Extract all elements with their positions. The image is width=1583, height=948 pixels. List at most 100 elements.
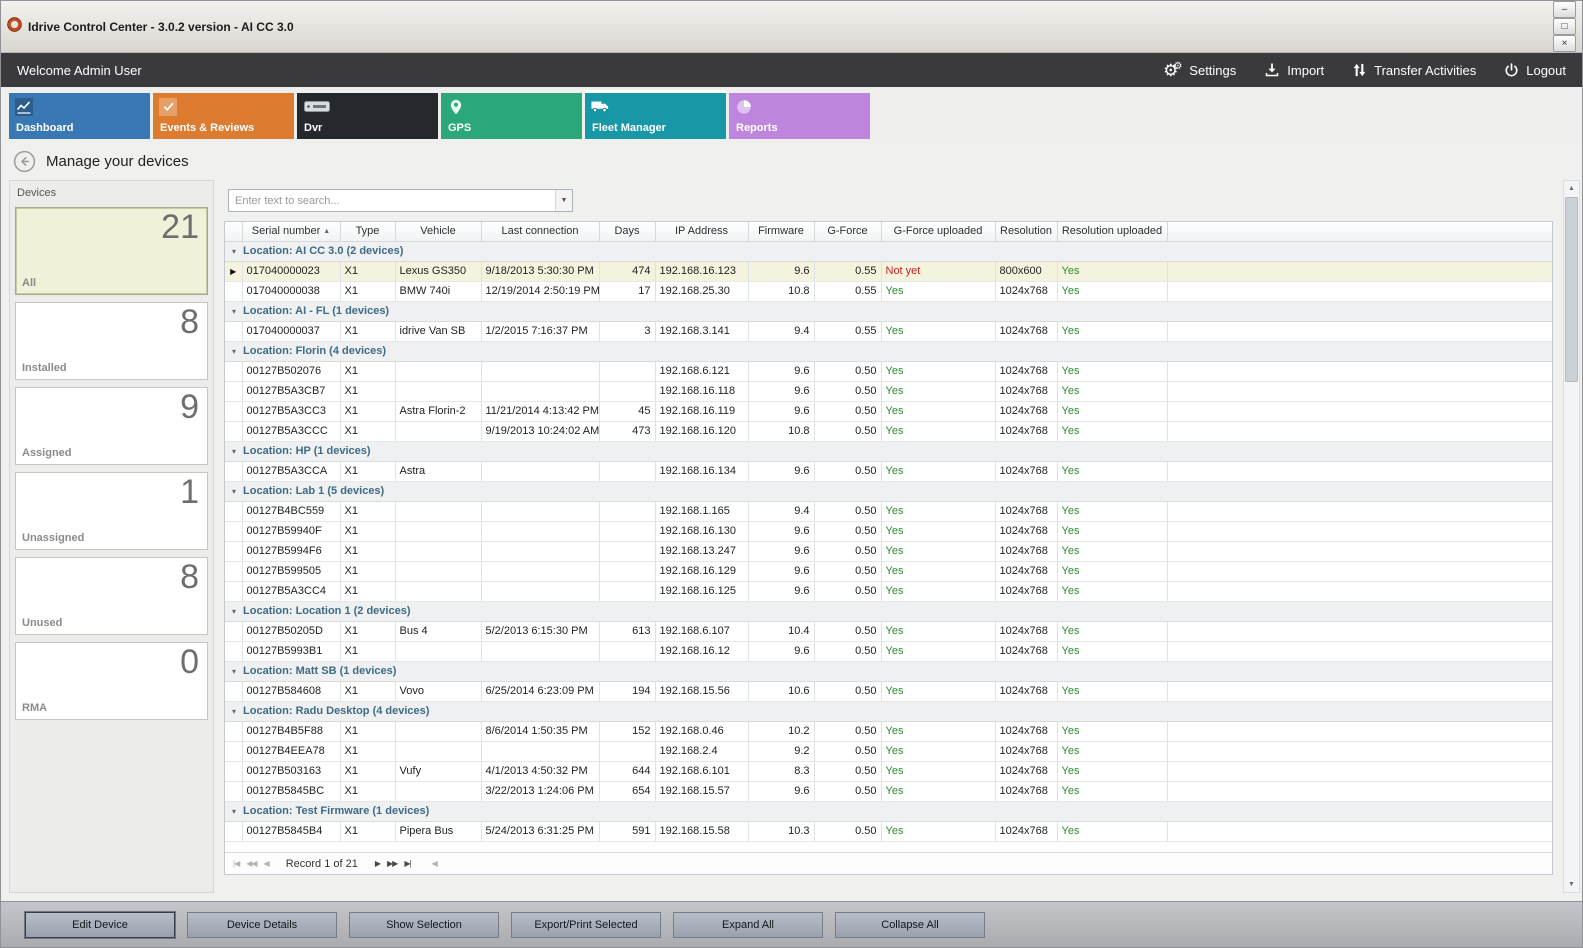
device-filter-installed[interactable]: 8Installed (15, 302, 208, 380)
group-row[interactable]: ▾Location: Florin (4 devices) (225, 341, 1552, 361)
expand-all-button[interactable]: Expand All (673, 912, 823, 938)
topbar-action-import[interactable]: Import (1264, 62, 1324, 78)
export-print-selected-button[interactable]: Export/Print Selected (511, 912, 661, 938)
prev-view-button[interactable]: ◀ (432, 859, 437, 868)
device-filter-rma[interactable]: 0RMA (15, 642, 208, 720)
prev-record-button[interactable]: ◀ (264, 859, 269, 868)
collapse-all-button[interactable]: Collapse All (835, 912, 985, 938)
column-header-g-force-uploaded[interactable]: G-Force uploaded (881, 222, 995, 241)
group-row[interactable]: ▾Location: Radu Desktop (4 devices) (225, 701, 1552, 721)
tab-fleet-manager[interactable]: Fleet Manager (585, 93, 726, 139)
group-row[interactable]: ▾Location: Lab 1 (5 devices) (225, 481, 1552, 501)
collapse-group-icon[interactable]: ▾ (232, 447, 236, 456)
cell-g-force: 0.50 (814, 381, 881, 401)
show-selection-button[interactable]: Show Selection (349, 912, 499, 938)
filler-cell (1167, 541, 1552, 561)
tab-reports[interactable]: Reports (729, 93, 870, 139)
device-row[interactable]: 00127B5A3CC3X1Astra Florin-211/21/2014 4… (225, 401, 1552, 421)
column-header-g-force[interactable]: G-Force (814, 222, 881, 241)
column-header-firmware[interactable]: Firmware (748, 222, 814, 241)
device-row[interactable]: 017040000037X1idrive Van SB1/2/2015 7:16… (225, 321, 1552, 341)
device-row[interactable]: ▶017040000023X1Lexus GS3509/18/2013 5:30… (225, 261, 1552, 281)
device-row[interactable]: 00127B4BC559X1192.168.1.1659.40.50Yes102… (225, 501, 1552, 521)
group-row[interactable]: ▾Location: AI - FL (1 devices) (225, 301, 1552, 321)
edit-device-button[interactable]: Edit Device (25, 912, 175, 938)
vertical-scrollbar[interactable]: ▲ ▼ (1563, 180, 1580, 893)
tab-dvr[interactable]: Dvr (297, 93, 438, 139)
search-dropdown-arrow-icon[interactable]: ▼ (555, 190, 572, 211)
column-header-ip-address[interactable]: IP Address (655, 222, 748, 241)
scrollbar-thumb[interactable] (1565, 197, 1578, 382)
window-minimize-button[interactable]: – (1553, 1, 1576, 18)
device-row[interactable]: 00127B502076X1192.168.6.1219.60.50Yes102… (225, 361, 1552, 381)
device-filter-all[interactable]: 21All (15, 207, 208, 295)
first-record-button[interactable]: |◀ (233, 859, 239, 868)
device-row[interactable]: 00127B59940FX1192.168.16.1309.60.50Yes10… (225, 521, 1552, 541)
row-indicator-cell (225, 501, 242, 521)
topbar-action-logout[interactable]: Logout (1504, 63, 1566, 78)
search-combobox[interactable]: ▼ (228, 189, 573, 212)
device-row[interactable]: 00127B5994F6X1192.168.13.2479.60.50Yes10… (225, 541, 1552, 561)
search-input[interactable] (229, 190, 555, 211)
next-page-button[interactable]: ▶▶ (387, 859, 397, 868)
group-row[interactable]: ▾Location: Matt SB (1 devices) (225, 661, 1552, 681)
collapse-group-icon[interactable]: ▾ (232, 807, 236, 816)
column-header-days[interactable]: Days (599, 222, 655, 241)
device-row[interactable]: 00127B4B5F88X18/6/2014 1:50:35 PM152192.… (225, 721, 1552, 741)
cell-g-force: 0.50 (814, 421, 881, 441)
column-header-serial-number[interactable]: Serial number▲ (242, 222, 340, 241)
device-row[interactable]: 00127B5A3CB7X1192.168.16.1189.60.50Yes10… (225, 381, 1552, 401)
column-header-last-connection[interactable]: Last connection (481, 222, 599, 241)
group-row[interactable]: ▾Location: Location 1 (2 devices) (225, 601, 1552, 621)
group-row[interactable]: ▾Location: HP (1 devices) (225, 441, 1552, 461)
device-details-button[interactable]: Device Details (187, 912, 337, 938)
device-filter-assigned[interactable]: 9Assigned (15, 387, 208, 465)
device-row[interactable]: 017040000038X1BMW 740i12/19/2014 2:50:19… (225, 281, 1552, 301)
topbar-action-settings[interactable]: ⚙⚙Settings (1163, 62, 1236, 79)
device-filter-unused[interactable]: 8Unused (15, 557, 208, 635)
column-header-vehicle[interactable]: Vehicle (395, 222, 481, 241)
device-row[interactable]: 00127B5A3CCAX1Astra192.168.16.1349.60.50… (225, 461, 1552, 481)
device-row[interactable]: 00127B5A3CCCX19/19/2013 10:24:02 AM47319… (225, 421, 1552, 441)
device-row[interactable]: 00127B5A3CC4X1192.168.16.1259.60.50Yes10… (225, 581, 1552, 601)
back-button[interactable] (13, 150, 36, 173)
device-row[interactable]: 00127B5993B1X1192.168.16.129.60.50Yes102… (225, 641, 1552, 661)
collapse-group-icon[interactable]: ▾ (232, 247, 236, 256)
scroll-up-arrow-icon[interactable]: ▲ (1568, 181, 1575, 196)
collapse-group-icon[interactable]: ▾ (232, 707, 236, 716)
cell-ip-address: 192.168.6.121 (655, 361, 748, 381)
device-row[interactable]: 00127B599505X1192.168.16.1299.60.50Yes10… (225, 561, 1552, 581)
prev-page-button[interactable]: ◀◀ (246, 859, 256, 868)
column-header-resolution-uploaded[interactable]: Resolution uploaded (1057, 222, 1167, 241)
device-filter-unassigned[interactable]: 1Unassigned (15, 472, 208, 550)
collapse-group-icon[interactable]: ▾ (232, 667, 236, 676)
tab-dashboard[interactable]: Dashboard (9, 93, 150, 139)
topbar-action-transfer-activities[interactable]: Transfer Activities (1352, 62, 1476, 78)
collapse-group-icon[interactable]: ▾ (232, 307, 236, 316)
next-record-button[interactable]: ▶ (375, 859, 380, 868)
cell-serial-number: 00127B5845B4 (242, 821, 340, 841)
group-row[interactable]: ▾Location: AI CC 3.0 (2 devices) (225, 241, 1552, 261)
device-row[interactable]: 00127B4EEA78X1192.168.2.49.20.50Yes1024x… (225, 741, 1552, 761)
window-maximize-button[interactable]: □ (1553, 18, 1576, 35)
group-row[interactable]: ▾Location: Test Firmware (1 devices) (225, 801, 1552, 821)
device-row[interactable]: 00127B5845B4X1Pipera Bus5/24/2013 6:31:2… (225, 821, 1552, 841)
column-header-resolution[interactable]: Resolution (995, 222, 1057, 241)
device-row[interactable]: 00127B5845BCX13/22/2013 1:24:06 PM654192… (225, 781, 1552, 801)
cell-vehicle (395, 541, 481, 561)
collapse-group-icon[interactable]: ▾ (232, 607, 236, 616)
device-row[interactable]: 00127B503163X1Vufy4/1/2013 4:50:32 PM644… (225, 761, 1552, 781)
collapse-group-icon[interactable]: ▾ (232, 347, 236, 356)
last-record-button[interactable]: ▶| (404, 859, 410, 868)
device-row[interactable]: 00127B50205DX1Bus 45/2/2013 6:15:30 PM61… (225, 621, 1552, 641)
tab-events-reviews[interactable]: Events & Reviews (153, 93, 294, 139)
cell-resolution-uploaded: Yes (1057, 781, 1167, 801)
tab-gps[interactable]: GPS (441, 93, 582, 139)
pie-icon (735, 98, 753, 116)
action-label: Logout (1526, 63, 1566, 78)
collapse-group-icon[interactable]: ▾ (232, 487, 236, 496)
device-row[interactable]: 00127B584608X1Vovo6/25/2014 6:23:09 PM19… (225, 681, 1552, 701)
window-close-button[interactable]: × (1553, 35, 1576, 52)
column-header-type[interactable]: Type (340, 222, 395, 241)
scroll-down-arrow-icon[interactable]: ▼ (1568, 877, 1575, 892)
